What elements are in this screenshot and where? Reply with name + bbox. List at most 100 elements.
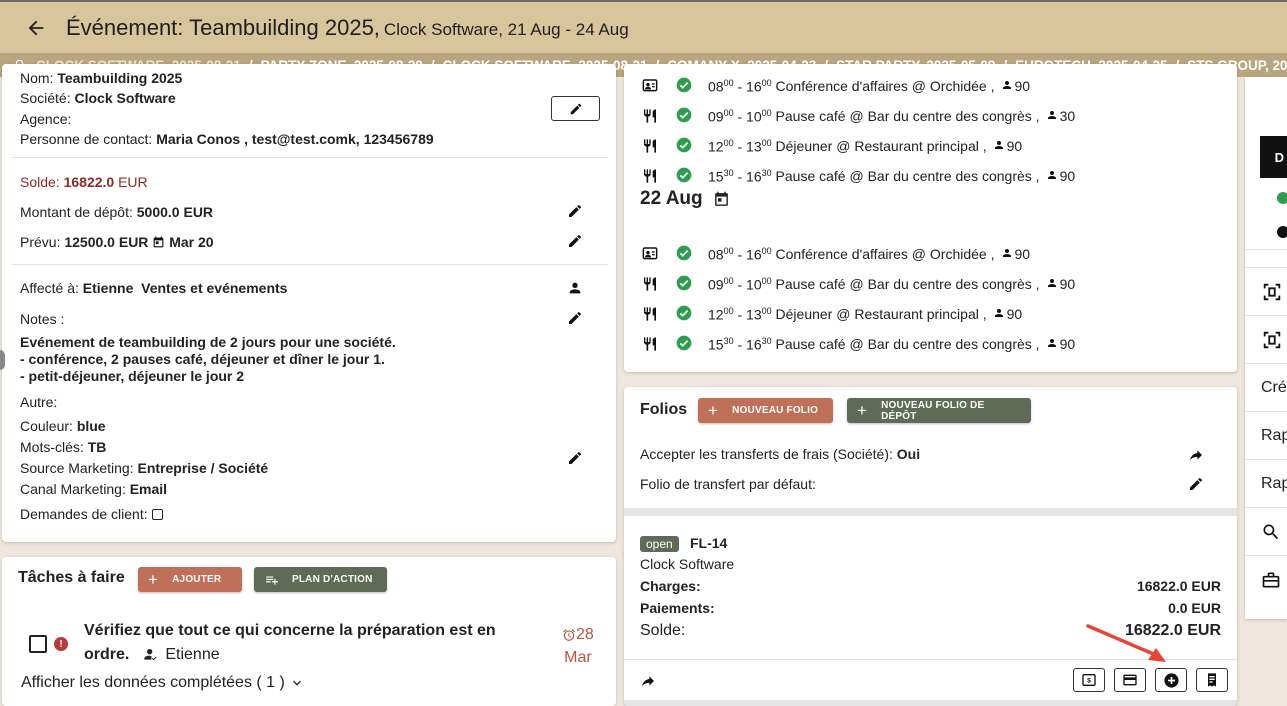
side-tab[interactable]: D bbox=[1260, 136, 1287, 178]
back-button[interactable] bbox=[18, 10, 54, 46]
alert-icon: ! bbox=[54, 637, 68, 651]
schedule-text: Pause café @ Bar du centre des congrès , bbox=[775, 108, 1040, 124]
folio-company: Clock Software bbox=[640, 556, 735, 572]
side-search-button[interactable] bbox=[1245, 507, 1287, 555]
schedule-row[interactable]: 0900 - 1000 Pause café @ Bar du centre d… bbox=[640, 105, 1075, 127]
side-report-item[interactable]: Rap bbox=[1245, 411, 1287, 459]
new-deposit-folio-button[interactable]: + NOUVEAU FOLIO DE DÉPÔT bbox=[847, 398, 1031, 423]
charge-button[interactable]: $ bbox=[1073, 668, 1105, 692]
keywords-label: Mots-clés: bbox=[20, 439, 84, 455]
schedule-row[interactable]: 1530 - 1630 Pause café @ Bar du centre d… bbox=[640, 333, 1075, 355]
schedule-text: Conférence d'affaires @ Orchidée , bbox=[775, 78, 995, 94]
side-scan-button-2[interactable] bbox=[1245, 315, 1287, 363]
keywords-value: TB bbox=[87, 439, 107, 455]
confirmed-check-icon bbox=[676, 77, 692, 96]
new-deposit-folio-label: NOUVEAU FOLIO DE DÉPÔT bbox=[881, 399, 985, 422]
deposit-row: Montant de dépôt: 5000.0 EUR bbox=[20, 204, 213, 220]
person-icon bbox=[1040, 168, 1060, 184]
action-plan-button[interactable]: PLAN D'ACTION bbox=[254, 567, 387, 592]
info-icon[interactable] bbox=[1277, 226, 1287, 238]
start-hour: 08 bbox=[708, 78, 724, 95]
client-requests-label: Demandes de client: bbox=[20, 506, 148, 522]
show-completed-toggle[interactable]: Afficher les données complétées ( 1 ) bbox=[21, 674, 305, 692]
transfer-folio-button[interactable] bbox=[637, 670, 659, 692]
add-item-button[interactable] bbox=[1155, 668, 1187, 692]
folio-id[interactable]: FL-14 bbox=[690, 535, 727, 551]
page-title: Événement: Teambuilding 2025, Clock Softw… bbox=[66, 15, 629, 41]
planned-label: Prévu: bbox=[20, 234, 61, 250]
marketing-channel-value: Email bbox=[129, 481, 168, 497]
schedule-time: 0900 - 1000 bbox=[708, 275, 772, 293]
side-report-item-2[interactable]: Rap bbox=[1245, 459, 1287, 507]
plus-icon: + bbox=[708, 400, 719, 420]
pencil-icon bbox=[569, 311, 582, 324]
side-scan-button[interactable] bbox=[1245, 267, 1287, 315]
keywords-row: Mots-clés: TB bbox=[20, 439, 106, 455]
guest-count: 90 bbox=[1059, 336, 1076, 352]
new-folio-button[interactable]: + NOUVEAU FOLIO bbox=[698, 398, 833, 423]
confirmed-check-icon bbox=[676, 245, 692, 264]
restaurant-icon bbox=[640, 137, 660, 155]
person-icon bbox=[987, 306, 1007, 322]
end-minute: 00 bbox=[761, 305, 772, 316]
pencil-icon bbox=[569, 234, 582, 247]
schedule-time: 0800 - 1600 bbox=[708, 77, 772, 95]
plus-icon: + bbox=[148, 569, 159, 589]
payment-button[interactable] bbox=[1114, 668, 1146, 692]
schedule-time: 0800 - 1600 bbox=[708, 245, 772, 263]
edit-deposit-button[interactable] bbox=[564, 200, 586, 222]
balance-row: Solde: 16822.0 EUR bbox=[20, 174, 148, 190]
start-minute: 00 bbox=[723, 77, 734, 88]
end-hour: 13 bbox=[746, 138, 762, 155]
arrow-left-icon bbox=[28, 20, 44, 35]
task-checkbox[interactable] bbox=[29, 635, 47, 653]
collapse-handle[interactable] bbox=[0, 350, 5, 370]
assignee-icon bbox=[144, 649, 158, 661]
deposit-label: Montant de dépôt: bbox=[20, 204, 133, 220]
side-briefcase-button[interactable] bbox=[1245, 555, 1287, 603]
invoice-button[interactable] bbox=[1196, 668, 1228, 692]
side-create-item[interactable]: Cré bbox=[1245, 363, 1287, 411]
tasks-title: Tâches à faire bbox=[18, 569, 125, 586]
contact-value: Maria Conos , test@test.comk, 123456789 bbox=[156, 131, 434, 147]
color-row: Couleur: blue bbox=[20, 418, 106, 434]
schedule-row[interactable]: 0800 - 1600 Conférence d'affaires @ Orch… bbox=[640, 243, 1030, 265]
edit-planned-button[interactable] bbox=[564, 230, 586, 252]
guest-count: 90 bbox=[1014, 78, 1031, 94]
task-title[interactable]: Vérifiez que tout ce qui concerne la pré… bbox=[84, 622, 496, 640]
marketing-source-label: Source Marketing: bbox=[20, 460, 134, 476]
end-hour: 16 bbox=[746, 78, 762, 95]
add-task-button[interactable]: + AJOUTER bbox=[138, 567, 242, 592]
edit-default-transfer-button[interactable] bbox=[1185, 473, 1207, 495]
confirmed-check-icon bbox=[676, 167, 692, 186]
client-requests-checkbox[interactable] bbox=[151, 508, 163, 520]
color-label: Couleur: bbox=[20, 418, 73, 434]
schedule-row[interactable]: 1200 - 1300 Déjeuner @ Restaurant princi… bbox=[640, 303, 1022, 325]
end-hour: 16 bbox=[746, 246, 762, 263]
money-icon: $ bbox=[1082, 674, 1096, 686]
assign-user-button[interactable] bbox=[564, 277, 586, 299]
calendar-icon[interactable] bbox=[713, 191, 730, 208]
edit-notes-button[interactable] bbox=[564, 307, 586, 329]
schedule-row[interactable]: 1200 - 1300 Déjeuner @ Restaurant princi… bbox=[640, 135, 1022, 157]
start-minute: 00 bbox=[723, 305, 734, 316]
schedule-text: Pause café @ Bar du centre des congrès , bbox=[775, 168, 1040, 184]
marketing-channel-label: Canal Marketing: bbox=[20, 481, 126, 497]
schedule-time: 1530 - 1630 bbox=[708, 167, 772, 185]
end-minute: 00 bbox=[761, 107, 772, 118]
name-row: Nom: Teambuilding 2025 bbox=[20, 70, 182, 86]
schedule-row[interactable]: 0900 - 1000 Pause café @ Bar du centre d… bbox=[640, 273, 1075, 295]
schedule-row[interactable]: 0800 - 1600 Conférence d'affaires @ Orch… bbox=[640, 75, 1030, 97]
person-icon bbox=[987, 138, 1007, 154]
agency-label: Agence: bbox=[20, 111, 72, 127]
divider bbox=[1245, 249, 1287, 250]
share-forward-button[interactable] bbox=[1185, 444, 1207, 466]
edit-details-button[interactable] bbox=[551, 96, 600, 121]
assigned-value: Etienne Ventes et evénements bbox=[82, 280, 288, 296]
agency-row: Agence: bbox=[20, 111, 71, 127]
edit-other-button[interactable] bbox=[564, 447, 586, 469]
calendar-icon bbox=[153, 236, 164, 247]
schedule-row[interactable]: 1530 - 1630 Pause café @ Bar du centre d… bbox=[640, 165, 1075, 187]
event-subtitle: Clock Software, 21 Aug - 24 Aug bbox=[383, 19, 629, 39]
guest-count: 90 bbox=[1059, 276, 1076, 292]
